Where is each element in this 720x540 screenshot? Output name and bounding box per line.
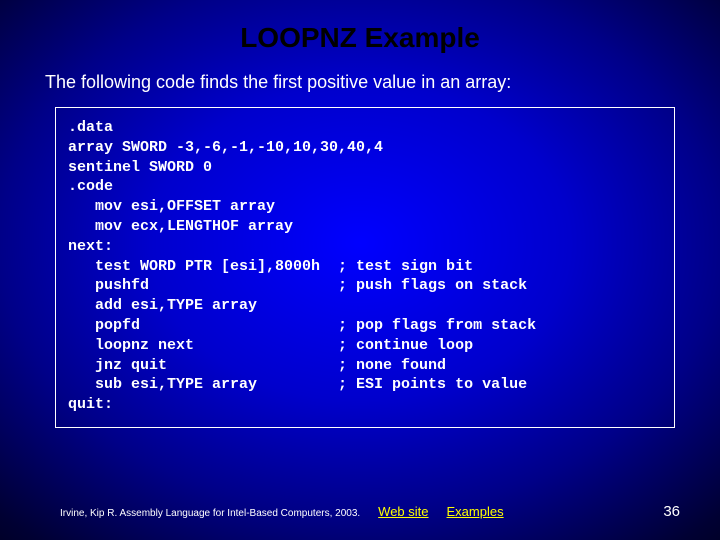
examples-link[interactable]: Examples [447, 504, 504, 519]
footer-left: Irvine, Kip R. Assembly Language for Int… [60, 504, 504, 519]
page-number: 36 [663, 503, 680, 520]
footer: Irvine, Kip R. Assembly Language for Int… [0, 503, 720, 520]
intro-text: The following code finds the first posit… [0, 54, 720, 93]
website-link[interactable]: Web site [378, 504, 428, 519]
code-box: .data array SWORD -3,-6,-1,-10,10,30,40,… [55, 107, 675, 428]
code-listing: .data array SWORD -3,-6,-1,-10,10,30,40,… [68, 118, 662, 415]
credit-text: Irvine, Kip R. Assembly Language for Int… [60, 508, 360, 519]
slide-title: LOOPNZ Example [0, 0, 720, 54]
